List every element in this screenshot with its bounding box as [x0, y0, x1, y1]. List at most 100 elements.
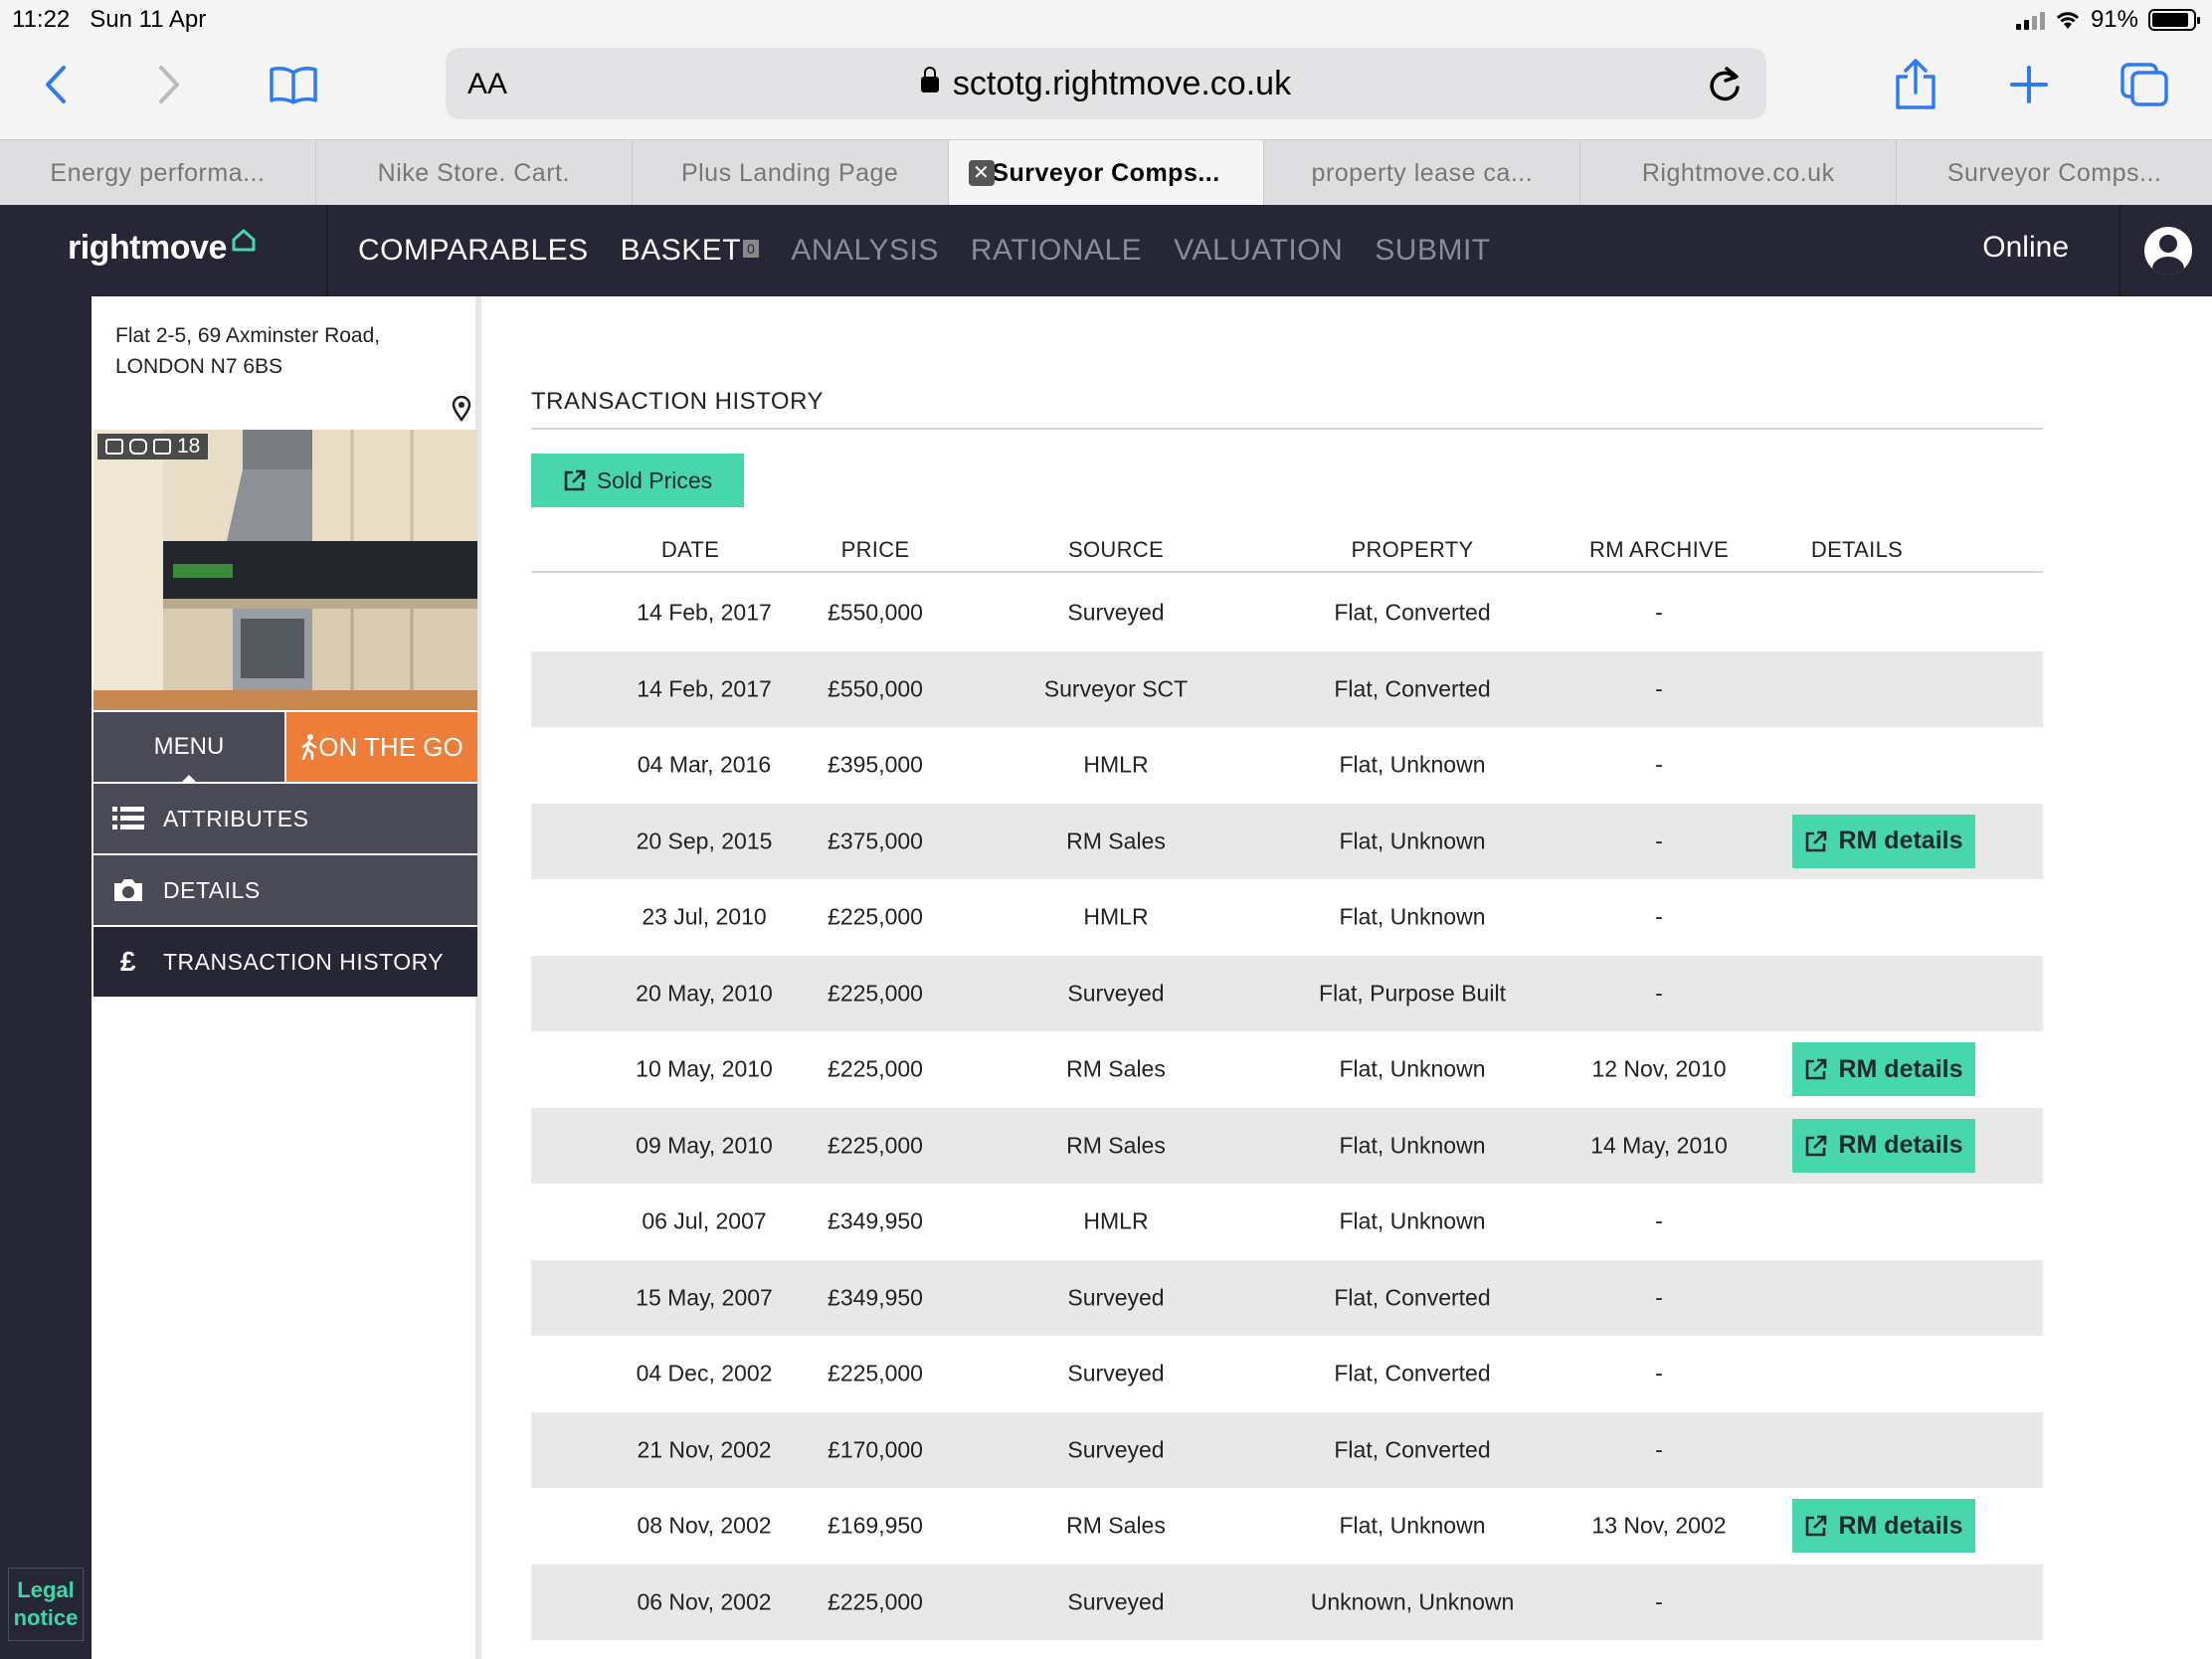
battery-icon — [2148, 9, 2200, 31]
cell-rm-archive: - — [1655, 675, 1663, 702]
cell-date: 06 Jul, 2007 — [642, 1207, 767, 1234]
cell-date: 09 May, 2010 — [636, 1132, 773, 1159]
url-text: sctotg.rightmove.co.uk — [952, 65, 1292, 102]
column-header: DETAILS — [1810, 537, 1904, 562]
cell-date: 10 May, 2010 — [636, 1055, 773, 1082]
left-rail — [0, 296, 92, 1659]
cell-date: 06 Nov, 2002 — [637, 1588, 772, 1615]
wifi-icon — [2056, 12, 2080, 29]
table-row: 14 Feb, 2017 £550,000 Surveyor SCT Flat, Co… — [531, 650, 2043, 727]
status-time: 11:22 Sun 11 Apr — [12, 6, 207, 33]
cell-rm-archive: - — [1655, 1588, 1663, 1615]
property-photo[interactable]: 18 — [93, 430, 477, 710]
table-row: 04 Dec, 2002 £225,000 Surveyed Flat, Conver… — [531, 1336, 2043, 1412]
back-icon[interactable] — [36, 60, 76, 109]
floorplan-icon[interactable] — [105, 439, 123, 455]
online-status: Online — [1982, 231, 2069, 264]
map-pin-icon[interactable] — [452, 395, 471, 427]
cell-price: £225,000 — [828, 1588, 923, 1615]
nav-rationale[interactable]: RATIONALE — [971, 205, 1142, 296]
transactions-table: 14 Feb, 2017 £550,000 Surveyed Flat, Conver… — [531, 575, 2043, 1640]
cell-property: Flat, Unknown — [1339, 1512, 1486, 1539]
nav-comparables[interactable]: COMPARABLES — [358, 205, 589, 296]
bookmarks-icon[interactable] — [267, 60, 320, 109]
menu-button[interactable]: MENU — [93, 712, 284, 782]
cell-property: Flat, Converted — [1334, 1284, 1491, 1311]
table-row: 15 May, 2007 £349,950 Surveyed Flat, Conver… — [531, 1259, 2043, 1336]
cell-date: 20 May, 2010 — [636, 980, 773, 1007]
new-tab-icon[interactable] — [2007, 60, 2051, 109]
cell-rm-archive: - — [1655, 980, 1663, 1007]
tabs-overview-icon[interactable] — [2119, 60, 2170, 109]
cell-source: Surveyed — [1067, 980, 1165, 1007]
column-header[interactable]: DATE — [661, 537, 719, 563]
sidebar-item-attributes[interactable]: ATTRIBUTES — [93, 784, 477, 853]
nav-basket[interactable]: BASKET 0 — [621, 205, 760, 296]
table-row: 04 Mar, 2016 £395,000 HMLR Flat, Unknown - — [531, 727, 2043, 804]
external-link-icon — [1806, 830, 1827, 852]
browser-tab[interactable]: Surveyor Comps... — [1897, 140, 2212, 205]
nav-submit[interactable]: SUBMIT — [1375, 205, 1490, 296]
cell-rm-archive: - — [1655, 828, 1663, 854]
rightmove-logo[interactable]: rightmove — [68, 229, 256, 268]
table-row: 09 May, 2010 £225,000 RM Sales Flat, Unknow… — [531, 1107, 2043, 1184]
sold-prices-button[interactable]: Sold Prices — [531, 454, 744, 507]
list-icon — [93, 806, 163, 831]
browser-tab[interactable]: Energy performa... — [0, 140, 316, 205]
column-header[interactable]: RM ARCHIVE — [1589, 537, 1729, 563]
column-header[interactable]: PROPERTY — [1351, 537, 1473, 563]
share-icon[interactable] — [1894, 59, 1937, 109]
column-header[interactable]: PRICE — [841, 537, 910, 563]
rm-details-button[interactable]: RM details — [1792, 814, 1975, 868]
cell-price: £225,000 — [828, 1055, 923, 1082]
rm-details-button[interactable]: RM details — [1792, 1118, 1975, 1173]
section-divider — [531, 428, 2043, 430]
camera-icon — [93, 877, 163, 903]
nav-valuation[interactable]: VALUATION — [1174, 205, 1343, 296]
media-bar: 18 — [97, 434, 209, 460]
cell-property: Flat, Converted — [1334, 1436, 1491, 1463]
user-avatar-icon[interactable] — [2144, 227, 2192, 275]
forward-icon[interactable] — [149, 60, 189, 109]
on-the-go-button[interactable]: ON THE GO — [286, 712, 477, 782]
reload-icon[interactable] — [1707, 64, 1743, 108]
cell-source: HMLR — [1083, 1207, 1149, 1234]
sidebar-item-details[interactable]: DETAILS — [93, 855, 477, 925]
browser-tab[interactable]: Nike Store. Cart. — [316, 140, 633, 205]
house-icon — [232, 229, 256, 252]
cell-price: £225,000 — [828, 980, 923, 1007]
nav-analysis[interactable]: ANALYSIS — [791, 205, 939, 296]
column-header[interactable]: SOURCE — [1068, 537, 1164, 563]
cell-date: 04 Dec, 2002 — [636, 1360, 773, 1386]
menu-toggle-row: MENU ON THE GO — [93, 712, 477, 782]
cell-date: 14 Feb, 2017 — [637, 599, 772, 626]
browser-tab[interactable]: property lease ca... — [1264, 140, 1581, 205]
table-row: 23 Jul, 2010 £225,000 HMLR Flat, Unknown - — [531, 879, 2043, 956]
close-tab-icon[interactable]: ✕ — [968, 160, 995, 186]
cell-date: 20 Sep, 2015 — [636, 828, 773, 854]
rm-details-label: RM details — [1838, 1131, 1963, 1160]
table-row: 20 Sep, 2015 £375,000 RM Sales Flat, Unknow… — [531, 803, 2043, 879]
browser-tab[interactable]: Plus Landing Page — [633, 140, 949, 205]
rm-details-label: RM details — [1838, 1054, 1963, 1083]
walking-person-icon — [302, 734, 317, 761]
cell-property: Flat, Unknown — [1339, 751, 1486, 778]
camera-icon[interactable] — [153, 439, 171, 455]
cell-property: Flat, Converted — [1334, 1360, 1491, 1386]
cell-rm-archive: - — [1655, 1360, 1663, 1386]
rm-details-button[interactable]: RM details — [1792, 1499, 1975, 1554]
video-icon[interactable] — [129, 439, 147, 455]
browser-tab[interactable]: Rightmove.co.uk — [1580, 140, 1898, 205]
table-row: 10 May, 2010 £225,000 RM Sales Flat, Unknow… — [531, 1031, 2043, 1108]
sidebar-item-transaction-history[interactable]: £ TRANSACTION HISTORY — [93, 927, 477, 997]
cell-source: HMLR — [1083, 903, 1149, 930]
cell-price: £225,000 — [828, 903, 923, 930]
cell-source: HMLR — [1083, 751, 1149, 778]
legal-notice-link[interactable]: Legal notice — [8, 1567, 84, 1641]
cell-source: Surveyed — [1067, 1360, 1165, 1386]
battery-percent: 91% — [2090, 6, 2138, 33]
browser-tab-active[interactable]: ✕ Surveyor Comps... — [948, 140, 1265, 205]
rm-details-button[interactable]: RM details — [1792, 1042, 1975, 1097]
address-bar[interactable]: AA sctotg.rightmove.co.uk — [446, 48, 1766, 119]
cell-price: £169,950 — [828, 1512, 923, 1539]
